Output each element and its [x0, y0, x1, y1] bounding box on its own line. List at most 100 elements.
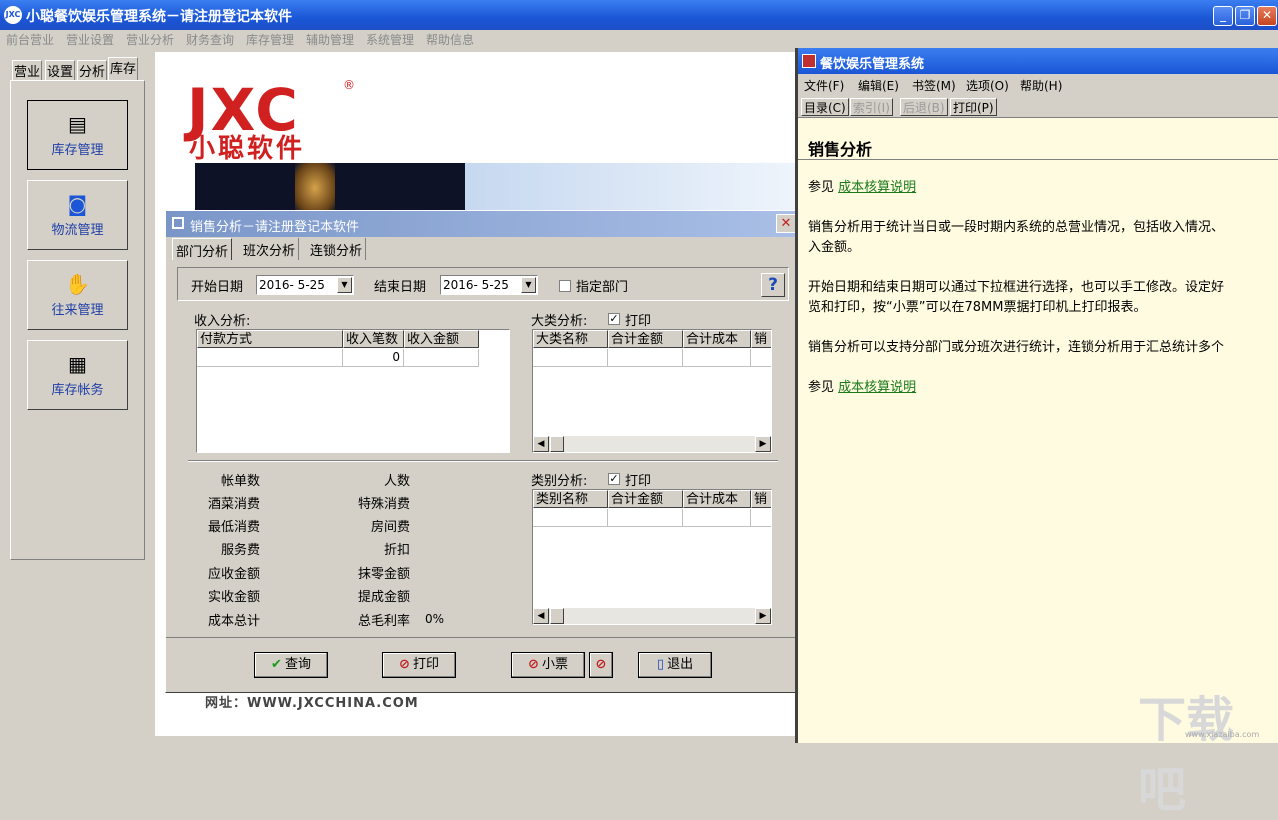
- scroll-left-icon[interactable]: ◀: [533, 608, 549, 624]
- end-date-select[interactable]: 2016- 5-25 ▼: [440, 275, 538, 295]
- nav-contacts-button[interactable]: ✋ 往来管理: [27, 260, 128, 330]
- tab-chain[interactable]: 连锁分析: [307, 238, 366, 260]
- scroll-right-icon[interactable]: ▶: [755, 608, 771, 624]
- big-category-label: 大类分析:: [531, 310, 587, 329]
- help-menu-bookmark[interactable]: 书签(M): [912, 77, 956, 94]
- tab-business[interactable]: 营业: [12, 60, 42, 80]
- col-category-name[interactable]: 类别名称: [533, 490, 608, 508]
- big-category-print-checkbox[interactable]: ✓: [608, 313, 620, 325]
- table-cell[interactable]: 0: [343, 349, 404, 367]
- scroll-thumb[interactable]: [550, 608, 564, 624]
- table-cell[interactable]: [683, 509, 751, 527]
- help-menu-help[interactable]: 帮助(H): [1020, 77, 1062, 94]
- exit-button-label: 退出: [667, 657, 693, 672]
- help-back-button[interactable]: 后退(B): [900, 98, 948, 116]
- help-menu-bar: 文件(F) 编辑(E) 书签(M) 选项(O) 帮助(H): [798, 74, 1278, 96]
- table-cell[interactable]: [683, 349, 751, 367]
- nav-ledger-button[interactable]: ▦ 库存帐务: [27, 340, 128, 410]
- help-index-button[interactable]: 索引(I): [850, 98, 893, 116]
- see-also-2: 参见 成本核算说明: [808, 378, 916, 398]
- col-total-cost[interactable]: 合计成本: [683, 330, 751, 348]
- menu-help[interactable]: 帮助信息: [426, 31, 474, 48]
- table-cell[interactable]: [751, 349, 772, 367]
- menu-business-settings[interactable]: 营业设置: [66, 31, 114, 48]
- help-menu-options[interactable]: 选项(O): [966, 77, 1009, 94]
- help-menu-edit[interactable]: 编辑(E): [858, 77, 899, 94]
- stat-rounding: 抹零金额: [346, 563, 410, 582]
- help-title: 餐饮娱乐管理系统: [820, 53, 924, 72]
- table-cell[interactable]: [533, 509, 608, 527]
- help-window: 餐饮娱乐管理系统 文件(F) 编辑(E) 书签(M) 选项(O) 帮助(H) 目…: [795, 48, 1278, 743]
- col-sales[interactable]: 销: [751, 330, 772, 348]
- table-cell[interactable]: [608, 349, 683, 367]
- income-grid[interactable]: 付款方式 收入笔数 收入金额 0: [196, 329, 510, 453]
- tab-department[interactable]: 部门分析: [172, 238, 232, 260]
- menu-business-analysis[interactable]: 营业分析: [126, 31, 174, 48]
- close-icon[interactable]: ✕: [1257, 6, 1277, 26]
- horizontal-scrollbar[interactable]: ◀ ▶: [533, 608, 771, 624]
- dialog-close-icon[interactable]: ✕: [776, 214, 796, 233]
- col-payment-method[interactable]: 付款方式: [197, 330, 343, 348]
- table-cell[interactable]: [404, 349, 479, 367]
- category-print-checkbox[interactable]: ✓: [608, 473, 620, 485]
- col-income-count[interactable]: 收入笔数: [343, 330, 404, 348]
- col-total-amount[interactable]: 合计金额: [608, 330, 683, 348]
- col-total-cost[interactable]: 合计成本: [683, 490, 751, 508]
- exit-button[interactable]: ▯退出: [638, 652, 712, 678]
- table-cell[interactable]: [751, 509, 772, 527]
- tab-settings[interactable]: 设置: [45, 60, 75, 80]
- menu-inventory[interactable]: 库存管理: [246, 31, 294, 48]
- ticket-button[interactable]: ⊘小票: [511, 652, 585, 678]
- tab-analysis[interactable]: 分析: [77, 60, 107, 80]
- help-paragraph-2a: 开始日期和结束日期可以通过下拉框进行选择，也可以手工修改。设定好: [808, 278, 1224, 298]
- dialog-title-bar: 销售分析－请注册登记本软件: [166, 211, 796, 237]
- start-date-select[interactable]: 2016- 5-25 ▼: [256, 275, 354, 295]
- menu-auxiliary[interactable]: 辅助管理: [306, 31, 354, 48]
- scroll-left-icon[interactable]: ◀: [533, 436, 549, 452]
- chevron-down-icon[interactable]: ▼: [521, 277, 536, 293]
- disabled-icon: ⊘: [528, 657, 539, 672]
- help-print-button[interactable]: 打印(P): [950, 98, 997, 116]
- table-cell[interactable]: [608, 509, 683, 527]
- print-button[interactable]: ⊘打印: [382, 652, 456, 678]
- table-cell[interactable]: [533, 349, 608, 367]
- stat-gross-margin: 总毛利率: [346, 610, 410, 629]
- nav-logistics-label: 物流管理: [28, 219, 127, 238]
- disabled-icon: ⊘: [399, 657, 410, 672]
- horizontal-scrollbar[interactable]: ◀ ▶: [533, 436, 771, 452]
- menu-finance-query[interactable]: 财务查询: [186, 31, 234, 48]
- menu-system[interactable]: 系统管理: [366, 31, 414, 48]
- tab-inventory[interactable]: 库存: [108, 57, 138, 80]
- help-contents-button[interactable]: 目录(C): [801, 98, 849, 116]
- nav-ledger-label: 库存帐务: [28, 379, 127, 398]
- cost-accounting-link[interactable]: 成本核算说明: [838, 180, 916, 195]
- divider: [188, 460, 778, 462]
- end-date-label: 结束日期: [374, 276, 426, 295]
- cost-accounting-link[interactable]: 成本核算说明: [838, 380, 916, 395]
- nav-logistics-button[interactable]: ◙ 物流管理: [27, 180, 128, 250]
- chevron-down-icon[interactable]: ▼: [337, 277, 352, 293]
- menu-front-desk[interactable]: 前台营业: [6, 31, 54, 48]
- tab-shift[interactable]: 班次分析: [240, 238, 299, 260]
- ticket-disabled-button[interactable]: ⊘: [589, 652, 613, 678]
- col-sales[interactable]: 销: [751, 490, 772, 508]
- registered-mark: ®: [343, 78, 355, 92]
- ticket-button-label: 小票: [542, 657, 568, 672]
- dept-checkbox[interactable]: [559, 280, 571, 292]
- col-income-amount[interactable]: 收入金额: [404, 330, 479, 348]
- help-button[interactable]: ?: [761, 273, 785, 297]
- category-grid[interactable]: 类别名称 合计金额 合计成本 销 ◀ ▶: [532, 489, 772, 625]
- scroll-right-icon[interactable]: ▶: [755, 436, 771, 452]
- help-menu-file[interactable]: 文件(F): [804, 77, 844, 94]
- stat-people: 人数: [346, 470, 410, 489]
- nav-inventory-button[interactable]: ▤ 库存管理: [27, 100, 128, 170]
- big-category-grid[interactable]: 大类名称 合计金额 合计成本 销 ◀ ▶: [532, 329, 772, 453]
- scroll-thumb[interactable]: [550, 436, 564, 452]
- table-cell[interactable]: [197, 349, 343, 367]
- col-big-category-name[interactable]: 大类名称: [533, 330, 608, 348]
- stat-received: 实收金额: [196, 586, 260, 605]
- col-total-amount[interactable]: 合计金额: [608, 490, 683, 508]
- restore-icon[interactable]: ❐: [1235, 6, 1255, 26]
- query-button[interactable]: ✔查询: [254, 652, 328, 678]
- minimize-icon[interactable]: _: [1213, 6, 1233, 26]
